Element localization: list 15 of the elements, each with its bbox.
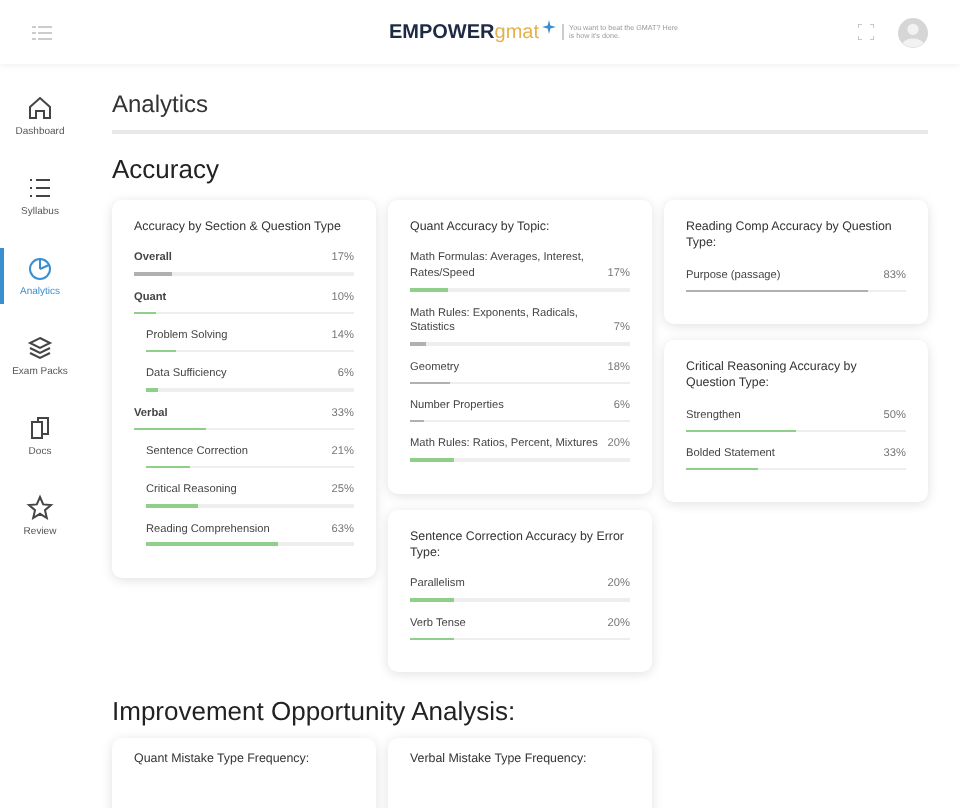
- logo-wordmark: EMPOWER: [388, 21, 495, 43]
- fullscreen-icon[interactable]: [858, 24, 874, 40]
- menu-icon[interactable]: [32, 25, 52, 39]
- page-title: Analytics: [112, 90, 211, 118]
- pie-chart-icon: [26, 254, 54, 282]
- section-title: Accuracy: [112, 154, 221, 184]
- layers-icon: [26, 334, 54, 362]
- logo-star-icon: [541, 19, 555, 33]
- list-icon: [26, 174, 54, 202]
- section-title: Improvement Opportunity Analysis:: [112, 696, 518, 727]
- avatar-icon[interactable]: [898, 17, 928, 47]
- logo-accent-text: gmat: [494, 21, 539, 43]
- home-icon: [26, 94, 54, 122]
- documents-icon: [26, 414, 54, 442]
- star-icon: [26, 494, 54, 522]
